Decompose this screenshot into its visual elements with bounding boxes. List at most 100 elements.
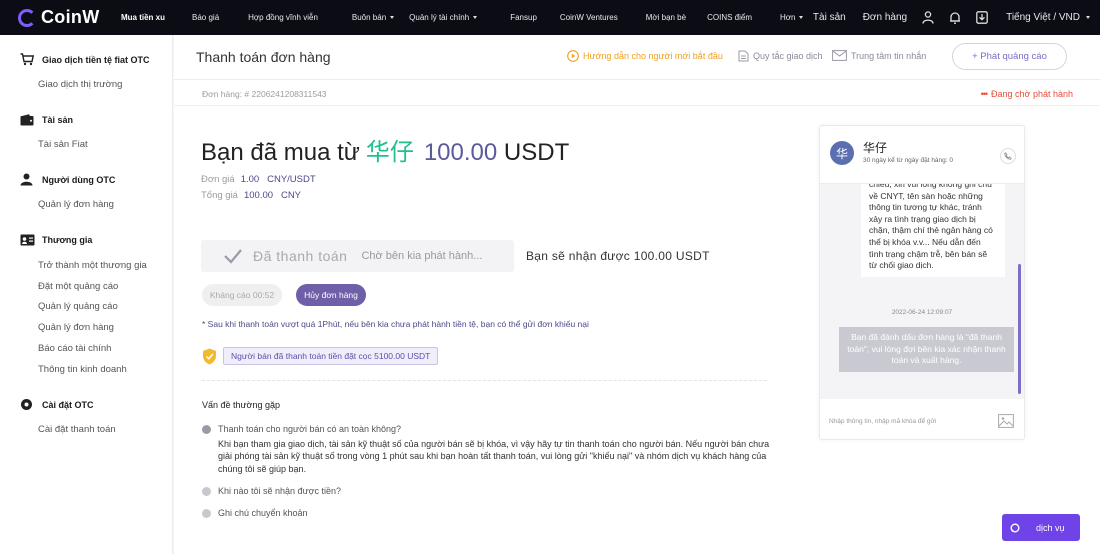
sidebar-link[interactable]: Thông tin kinh doanh: [38, 364, 127, 375]
nav-item-7[interactable]: Mời bạn bè: [646, 13, 686, 22]
chevron-down-icon: [1086, 16, 1090, 19]
incoming-message-text: chiếu, xin vui lòng không ghi chú về CNY…: [869, 184, 993, 271]
beginner-guide-link[interactable]: Hướng dẫn cho người mới bắt đầu: [567, 50, 723, 62]
sidebar-link[interactable]: Báo cáo tài chính: [38, 343, 111, 354]
nav-item-3[interactable]: Buôn bán: [351, 13, 395, 22]
nav-item-label: CoinW Ventures: [559, 13, 618, 22]
customer-service-button[interactable]: dịch vụ: [1002, 514, 1080, 541]
nav-item-4[interactable]: Quản lý tài chính: [409, 13, 478, 22]
nav-right: Tài sản Đơn hàng Tiếng Việt / VND: [813, 0, 1090, 35]
sidebar-section-1: Tài sản: [20, 113, 73, 126]
section-divider: [202, 380, 767, 381]
nav-item-label: Fansup: [510, 13, 537, 22]
beginner-guide-label: Hướng dẫn cho người mới bắt đầu: [583, 51, 723, 61]
nav-item-label: COINS điểm: [707, 13, 752, 22]
nav-item-6[interactable]: CoinW Ventures: [560, 13, 618, 22]
order-status-label: Đang chờ phát hành: [991, 89, 1073, 99]
main-content: Thanh toán đơn hàng Hướng dẫn cho người …: [174, 35, 1100, 554]
deposit-badge: Người bán đã thanh toán tiền đặt cọc 510…: [223, 347, 439, 365]
unit-price-value: 1.00 CNY/USDT: [240, 174, 316, 185]
chat-counterparty-name: 华仔: [863, 141, 888, 155]
nav-item-0[interactable]: Mua tiền xu: [121, 13, 165, 22]
trade-rules-label: Quy tắc giao dịch: [753, 51, 823, 61]
sidebar-link[interactable]: Quản lý đơn hàng: [38, 322, 114, 333]
appeal-button[interactable]: Kháng cáo 00:52: [202, 284, 282, 306]
sidebar-section-0: Giao dịch tiền tệ fiat OTC: [20, 53, 150, 66]
document-icon: [738, 50, 749, 62]
nav-assets[interactable]: Tài sản: [813, 12, 846, 23]
faq-item[interactable]: Ghi chú chuyển khoản: [202, 508, 308, 518]
purchase-heading: Bạn đã mua từ 华仔 100.00 USDT: [201, 132, 569, 167]
sidebar-link[interactable]: Quản lý đơn hàng: [38, 199, 114, 210]
merchant-icon: [20, 233, 35, 246]
chat-input[interactable]: Nhập thông tin, nhập mã khóa để gửi: [829, 418, 936, 425]
sidebar-section-title: Giao dịch tiền tệ fiat OTC: [42, 54, 150, 65]
sidebar-section-2: Người dùng OTC: [20, 173, 115, 186]
user-icon[interactable]: [921, 11, 935, 25]
download-icon[interactable]: [975, 11, 989, 25]
chat-header: 华 华仔 30 ngày kể từ ngày đặt hàng: 0: [820, 126, 1024, 184]
brand-logo[interactable]: CoinW: [18, 7, 121, 28]
total-price-value: 100.00 CNY: [243, 190, 302, 201]
nav-item-label: Hợp đồng vĩnh viễn: [248, 13, 318, 22]
brand-name: CoinW: [41, 7, 100, 27]
nav-item-8[interactable]: COINS điểm: [707, 13, 752, 22]
phone-icon[interactable]: [1000, 148, 1016, 164]
expand-icon: [202, 509, 211, 518]
sidebar-link[interactable]: Giao dịch thị trường: [38, 79, 122, 90]
image-upload-icon[interactable]: [998, 414, 1014, 428]
waiting-release-text: Chờ bên kia phát hành...: [361, 250, 483, 262]
nav-item-9[interactable]: Hơn: [780, 13, 804, 22]
nav-item-label: Buôn bán: [351, 13, 387, 22]
page-title: Thanh toán đơn hàng: [196, 49, 331, 65]
trade-rules-link[interactable]: Quy tắc giao dịch: [738, 50, 823, 62]
sidebar: Giao dịch tiền tệ fiat OTC Giao dịch thị …: [0, 35, 173, 554]
nav-item-1[interactable]: Báo giá: [192, 13, 219, 22]
expand-icon: [202, 487, 211, 496]
faq-question: Ghi chú chuyển khoản: [218, 508, 308, 518]
chevron-down-icon: [799, 16, 804, 19]
sidebar-section-4: Cài đặt OTC: [20, 398, 94, 411]
bell-icon[interactable]: [948, 11, 962, 25]
nav-item-label: Mua tiền xu: [121, 13, 166, 22]
paid-label: Đã thanh toán: [253, 248, 348, 264]
sidebar-section-title: Thương gia: [42, 234, 93, 245]
sidebar-link[interactable]: Đặt một quảng cáo: [38, 281, 118, 292]
order-bar: Đơn hàng: # 2206241208311543 ••• Đang chờ…: [174, 81, 1100, 106]
faq-item[interactable]: Thanh toán cho người bán có an toàn khôn…: [202, 424, 401, 434]
faq-question: Thanh toán cho người bán có an toàn khôn…: [218, 424, 402, 434]
nav-orders[interactable]: Đơn hàng: [863, 12, 907, 23]
sidebar-link[interactable]: Quản lý quảng cáo: [38, 301, 118, 312]
nav-item-label: Quản lý tài chính: [409, 13, 470, 22]
status-dots-icon: •••: [980, 89, 989, 99]
sidebar-link[interactable]: Cài đặt thanh toán: [38, 424, 116, 435]
user-icon: [20, 173, 33, 186]
message-timestamp: 2022-06-24 12:09:07: [891, 309, 953, 316]
deposit-row: Người bán đã thanh toán tiền đặt cọc 510…: [202, 347, 439, 365]
appeal-note: * Sau khi thanh toán vượt quá 1Phút, nếu…: [202, 319, 589, 329]
nav-item-2[interactable]: Hợp đồng vĩnh viễn: [248, 13, 318, 22]
chat-panel: 华 华仔 30 ngày kể từ ngày đặt hàng: 0 chiế…: [819, 125, 1025, 440]
language-selector[interactable]: Tiếng Việt / VND: [1006, 12, 1080, 23]
play-circle-icon: [567, 50, 579, 62]
order-status: ••• Đang chờ phát hành: [981, 89, 1073, 99]
purchase-currency: USDT: [503, 139, 570, 166]
chevron-down-icon: [390, 16, 395, 19]
wallet-icon: [20, 113, 34, 126]
customer-service-label: dịch vụ: [1036, 522, 1065, 533]
seller-name[interactable]: 华仔: [366, 139, 414, 166]
chat-scrollbar[interactable]: [1018, 264, 1021, 394]
sidebar-link[interactable]: Trở thành một thương gia: [38, 260, 147, 271]
avatar: 华: [830, 141, 854, 165]
faq-item[interactable]: Khi nào tôi sẽ nhận được tiền?: [202, 486, 341, 496]
sidebar-link[interactable]: Tài sản Fiat: [38, 139, 88, 150]
nav-item-label: Hơn: [780, 13, 796, 22]
post-ad-button[interactable]: + Phát quảng cáo: [952, 43, 1067, 70]
message-center-link[interactable]: Trung tâm tin nhắn: [832, 50, 926, 61]
shield-icon: [203, 348, 216, 364]
check-icon: [224, 249, 242, 264]
cancel-order-button[interactable]: Hủy đơn hàng: [296, 284, 366, 306]
nav-item-5[interactable]: Fansup: [510, 13, 537, 22]
payment-status-box: Đã thanh toán Chờ bên kia phát hành...: [201, 240, 514, 272]
order-number: Đơn hàng: # 2206241208311543: [202, 89, 327, 99]
